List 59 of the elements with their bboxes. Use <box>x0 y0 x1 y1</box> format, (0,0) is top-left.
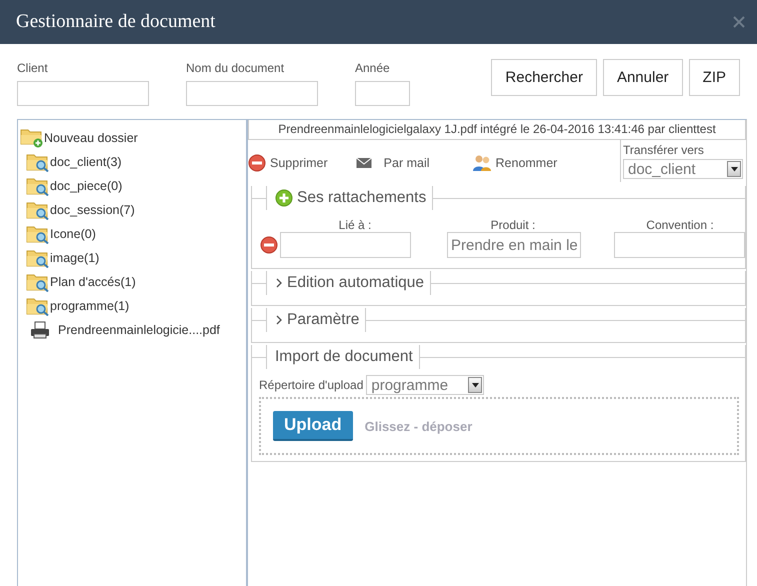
input-field[interactable] <box>355 81 410 106</box>
chevron-right-icon[interactable] <box>275 278 283 288</box>
section-title[interactable]: Edition automatique <box>287 274 424 292</box>
people-icon <box>472 154 492 172</box>
file-item[interactable]: Prendreenmainlelogicie....pdf <box>58 323 220 337</box>
input-field[interactable] <box>186 81 318 106</box>
input-field[interactable] <box>614 232 745 258</box>
folder-item[interactable]: Icone(0) <box>50 227 96 241</box>
drop-zone[interactable]: Upload Glissez - déposer <box>259 397 739 455</box>
input-field[interactable] <box>17 81 149 106</box>
field-label: Transférer vers <box>623 143 705 157</box>
section-title: Ses rattachements <box>297 189 426 207</box>
action-button[interactable]: Annuler <box>602 59 683 96</box>
input-field[interactable] <box>280 232 411 258</box>
column-label: Convention : <box>645 218 715 232</box>
field-label: Répertoire d'upload <box>259 378 364 392</box>
section-title: Import de document <box>275 348 413 366</box>
folder-search-icon <box>26 152 50 172</box>
new-folder-icon <box>20 128 44 148</box>
caret-icon <box>730 166 738 172</box>
printer-icon <box>30 321 50 339</box>
upload-button[interactable]: Upload <box>273 411 353 441</box>
document-info: Prendreenmainlelogicielgalaxy 1J.pdf intégré le 26-04-2016 13:41:46 par clienttest <box>248 120 746 140</box>
folder-search-icon <box>26 248 50 268</box>
action-link[interactable]: Renommer <box>496 156 558 170</box>
add-icon[interactable] <box>275 189 293 207</box>
folder-search-icon <box>26 200 50 220</box>
chevron-right-icon[interactable] <box>275 315 283 325</box>
caret-icon <box>470 382 480 388</box>
folder-item[interactable]: image(1) <box>50 251 100 265</box>
action-link[interactable]: Par mail <box>384 156 430 170</box>
field-label: Nom du document <box>186 61 286 75</box>
folder-item[interactable]: programme(1) <box>50 299 130 313</box>
folder-search-icon <box>26 176 50 196</box>
dropdown[interactable]: doc_client <box>623 159 743 179</box>
action-link[interactable]: Supprimer <box>270 156 328 170</box>
column-label: Produit : <box>490 218 536 232</box>
action-button[interactable]: ZIP <box>688 59 740 96</box>
dropdown[interactable]: programme <box>366 375 484 395</box>
column-label: Lié à : <box>338 218 372 232</box>
folder-item[interactable]: doc_client(3) <box>50 155 122 169</box>
action-button[interactable]: Rechercher <box>491 59 597 96</box>
close-icon[interactable] <box>733 16 745 28</box>
folder-search-icon <box>26 224 50 244</box>
folder-item[interactable]: Plan d'accés(1) <box>50 275 136 289</box>
folder-search-icon <box>26 272 50 292</box>
delete-icon <box>248 154 266 172</box>
folder-item[interactable]: doc_piece(0) <box>50 179 122 193</box>
drop-hint: Glissez - déposer <box>364 418 472 434</box>
folder-item[interactable]: Nouveau dossier <box>44 131 138 145</box>
section-title[interactable]: Paramètre <box>287 311 360 329</box>
mail-icon <box>356 157 372 169</box>
folder-item[interactable]: doc_session(7) <box>50 203 135 217</box>
field-label: Année <box>355 61 391 75</box>
input-field[interactable]: Prendre en main le <box>447 232 581 258</box>
remove-icon[interactable] <box>260 236 278 254</box>
field-label: Client <box>17 61 49 75</box>
folder-search-icon <box>26 296 50 316</box>
window-title: Gestionnaire de document <box>16 11 216 33</box>
